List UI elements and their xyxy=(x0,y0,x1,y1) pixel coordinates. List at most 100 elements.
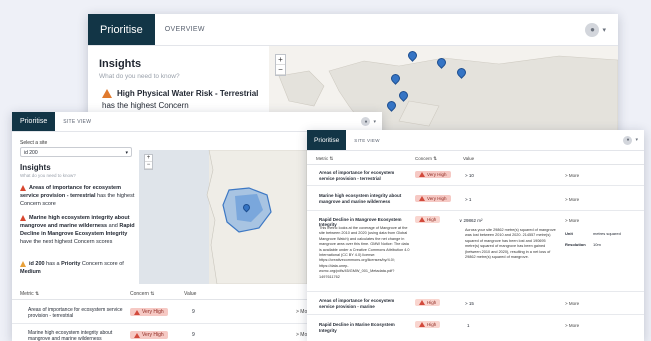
zoom-control: + − xyxy=(275,54,286,76)
column-value: Value xyxy=(463,156,475,161)
avatar-icon: ● xyxy=(361,117,371,126)
avatar-icon: ● xyxy=(585,22,600,37)
insight-item: Areas of importance for ecosystem servic… xyxy=(20,184,138,208)
table-row-expanded[interactable]: Rapid Decline in Mangrove Ecosystem Inte… xyxy=(307,212,644,292)
select-site-label: Select a site xyxy=(20,140,48,146)
alert-triangle-icon xyxy=(419,172,425,177)
concern-label: Very High xyxy=(427,172,447,177)
concern-label: High xyxy=(427,217,437,222)
zoom-in-button[interactable]: + xyxy=(145,155,152,162)
more-link[interactable]: > More xyxy=(565,301,579,306)
insight-text: and xyxy=(108,223,118,229)
warning-icon xyxy=(20,214,26,221)
more-link[interactable]: > More xyxy=(565,197,579,202)
row-value[interactable]: ∨ 29862 m² xyxy=(459,218,483,224)
site-header: Prioritise SITE VIEW ● ▾ xyxy=(12,112,382,132)
alert-triangle-icon xyxy=(419,322,425,327)
brand-tab[interactable]: Prioritise xyxy=(88,14,155,45)
insight-text: has the highest Concern xyxy=(102,101,189,110)
more-link[interactable]: > Mo xyxy=(296,309,307,315)
resolution-label: Resolution xyxy=(565,242,586,247)
concern-badge: High xyxy=(415,321,441,328)
unit-label: Unit xyxy=(565,231,573,236)
row-metric: Marine high ecosystem integrity about ma… xyxy=(319,193,402,204)
more-link[interactable]: > More xyxy=(565,218,579,223)
column-value: Value xyxy=(184,291,197,297)
alert-triangle-icon xyxy=(419,217,425,222)
site-select[interactable]: id 200 ▾ xyxy=(20,147,132,157)
table-row[interactable]: Areas of importance for ecosystem servic… xyxy=(307,166,644,186)
insight-text: has a xyxy=(46,261,60,267)
insights-title: Insights xyxy=(20,163,51,172)
overview-header: Prioritise OVERVIEW ● ▾ xyxy=(88,14,618,46)
concern-badge: Very High xyxy=(130,308,168,316)
concern-badge: Very High xyxy=(130,331,168,339)
user-menu[interactable]: ● ▾ xyxy=(361,117,376,126)
brand-tab[interactable]: Prioritise xyxy=(12,112,56,131)
zoom-in-button[interactable]: + xyxy=(276,55,285,65)
row-metric: Areas of importance for ecosystem servic… xyxy=(319,298,395,309)
metric-description: This metric looks at the coverage of Man… xyxy=(319,226,410,279)
row-metric: Rapid Decline in Marine Ecosystem Integr… xyxy=(319,322,395,333)
insights-subtitle: What do you need to know? xyxy=(20,173,76,178)
table-row[interactable]: Marine high ecosystem integrity about ma… xyxy=(307,187,644,211)
tab-overview[interactable]: OVERVIEW xyxy=(165,26,205,33)
insights-title: Insights xyxy=(99,58,142,70)
row-value: 9 xyxy=(192,309,195,315)
resolution-value: 10m xyxy=(593,242,601,247)
chevron-down-icon: ▾ xyxy=(125,150,128,156)
row-value: > 1 xyxy=(465,197,472,202)
user-menu[interactable]: ● ▾ xyxy=(623,135,638,145)
insights-subtitle: What do you need to know? xyxy=(99,73,180,80)
alert-triangle-icon xyxy=(419,196,425,201)
zoom-out-button[interactable]: − xyxy=(145,162,152,169)
table-row[interactable]: Rapid Decline in Marine Ecosystem Integr… xyxy=(307,316,644,336)
chevron-down-icon: ▾ xyxy=(635,137,638,143)
concern-label: High xyxy=(427,300,437,305)
insight-metric: High Physical Water Risk - Terrestrial xyxy=(117,89,259,98)
coastline-map xyxy=(139,150,307,284)
insight-text: Concern score of xyxy=(81,261,124,267)
concern-label: Very High xyxy=(142,309,164,315)
insight-item: High Physical Water Risk - Terrestrial h… xyxy=(102,88,272,112)
chevron-down-icon: ▾ xyxy=(602,26,606,34)
column-metric[interactable]: Metric ⇅ xyxy=(316,156,333,162)
tab-site-view[interactable]: SITE VIEW xyxy=(63,119,91,125)
column-metric[interactable]: Metric ⇅ xyxy=(20,291,39,297)
concern-badge: Very High xyxy=(415,195,451,202)
avatar-icon: ● xyxy=(623,135,633,145)
metric-detail-window: Prioritise SITE VIEW ● ▾ Metric ⇅ Concer… xyxy=(307,130,644,341)
alert-triangle-icon xyxy=(134,309,140,315)
row-metric: Areas of importance for ecosystem servic… xyxy=(28,307,123,319)
table-row[interactable]: Areas of importance for ecosystem servic… xyxy=(307,293,644,315)
tab-site-view[interactable]: SITE VIEW xyxy=(354,138,379,143)
brand-tab[interactable]: Prioritise xyxy=(307,130,347,150)
row-value: > 15 xyxy=(465,301,474,306)
insight-site: id 200 xyxy=(29,261,45,267)
concern-label: Very High xyxy=(142,332,164,338)
zoom-out-button[interactable]: − xyxy=(276,65,285,75)
alert-triangle-icon xyxy=(419,300,425,305)
concern-badge: High xyxy=(415,216,441,223)
more-link[interactable]: > More xyxy=(565,323,579,328)
unit-value: metres squared xyxy=(593,231,621,236)
value-description: Across your site 29862 metre(s) squared … xyxy=(465,228,556,260)
more-link[interactable]: > Mo xyxy=(296,332,307,338)
warning-icon xyxy=(20,184,26,191)
zoom-control: + − xyxy=(144,154,153,170)
column-concern[interactable]: Concern ⇅ xyxy=(415,156,437,162)
insight-item: Marine high ecosystem integrity about ma… xyxy=(20,214,138,246)
warning-icon xyxy=(102,89,112,99)
alert-triangle-icon xyxy=(134,332,140,338)
site-map[interactable]: + − xyxy=(139,150,307,284)
site-select-value: id 200 xyxy=(24,150,38,156)
more-link[interactable]: > More xyxy=(565,173,579,178)
warning-icon xyxy=(20,260,26,267)
chevron-down-icon: ▾ xyxy=(373,118,376,125)
concern-label: Very High xyxy=(427,196,447,201)
user-menu[interactable]: ● ▾ xyxy=(585,22,606,37)
insight-score: Medium xyxy=(20,269,41,275)
column-concern[interactable]: Concern ⇅ xyxy=(130,291,154,297)
table-header: Metric ⇅ Concern ⇅ Value xyxy=(307,152,644,165)
row-value: 1 xyxy=(467,323,470,328)
